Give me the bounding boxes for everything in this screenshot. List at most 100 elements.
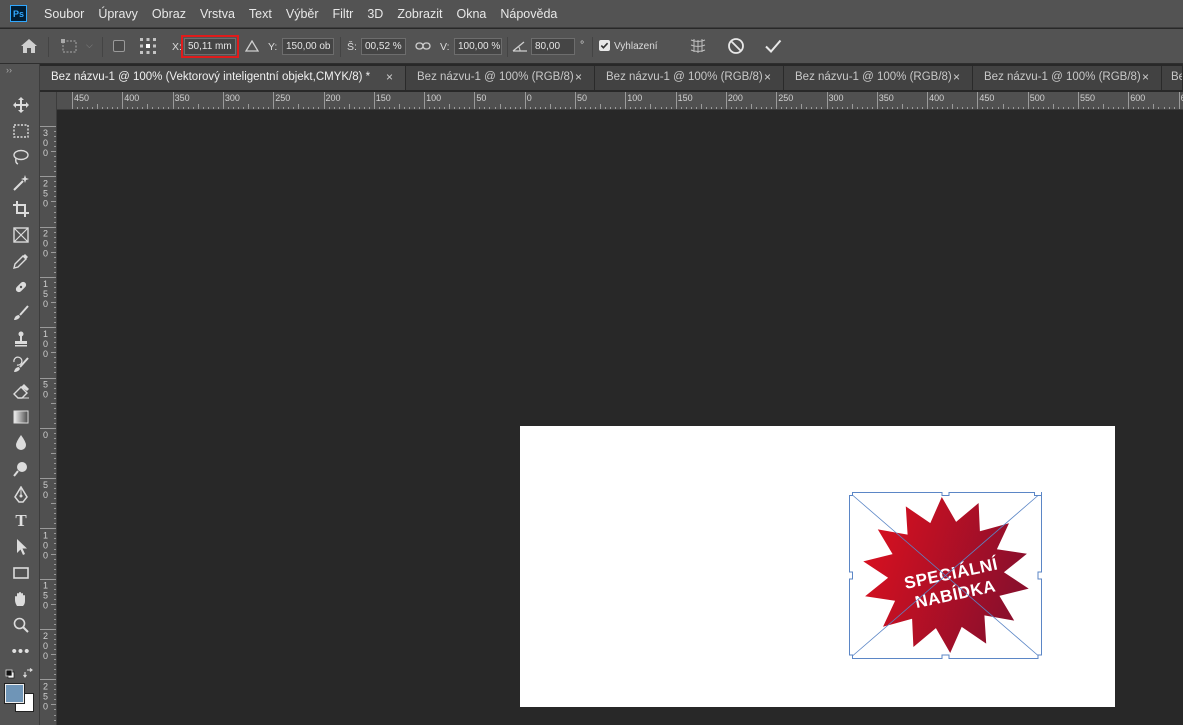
type-tool-icon[interactable]: T [9,510,33,532]
commit-transform-icon[interactable] [764,37,782,55]
smart-object-layer[interactable]: SPECIÁLNÍ NABÍDKA [849,492,1042,659]
handle-top[interactable] [941,492,950,496]
menu-vrstva[interactable]: Vrstva [193,7,242,21]
ruler-label: 250 [778,93,793,103]
ruler-label: 50 [43,380,48,400]
hand-tool-icon[interactable] [9,588,33,610]
path-selection-tool-icon[interactable] [9,536,33,558]
more-tools-icon[interactable]: ••• [9,640,33,662]
ruler-label: 350 [879,93,894,103]
close-tab-icon[interactable]: × [764,70,771,84]
tab-title: Bez názvu-1 @ 100% (RGB/8) [795,71,952,83]
document-tab-3[interactable]: Bez názvu-1 @ 100% (RGB/8) × [595,66,784,90]
handle-top-left[interactable] [849,492,853,496]
transform-controls-icon[interactable] [60,38,80,55]
marquee-tool-icon[interactable] [9,120,33,142]
default-colors-icon[interactable] [5,669,15,679]
smoothing-checkbox[interactable] [599,40,610,51]
tab-title: Bez názvu-1 @ 100% (RGB/8) [417,71,574,83]
menu-vyber[interactable]: Výběr [279,7,326,21]
gradient-tool-icon[interactable] [9,406,33,428]
close-tab-icon[interactable]: × [953,70,960,84]
relative-position-icon[interactable] [245,40,259,52]
ruler-label: 150 [376,93,391,103]
reference-point-icon[interactable] [139,37,157,55]
menu-3d[interactable]: 3D [360,7,390,21]
zoom-tool-icon[interactable] [9,614,33,636]
menu-soubor[interactable]: Soubor [37,7,91,21]
handle-left[interactable] [849,571,853,580]
ruler-label: 150 [43,581,48,611]
handle-top-right[interactable] [1034,492,1042,496]
frame-tool-icon[interactable] [9,224,33,246]
magic-wand-tool-icon[interactable] [9,172,33,194]
pen-tool-icon[interactable] [9,484,33,506]
healing-brush-tool-icon[interactable] [9,276,33,298]
close-tab-icon[interactable]: × [1142,70,1149,84]
width-percent-field[interactable]: 00,52 % [361,38,406,55]
app-logo[interactable]: Ps [10,5,27,22]
menu-filtr[interactable]: Filtr [326,7,361,21]
ruler-label: 350 [175,93,190,103]
document-tab-6[interactable]: Be [1162,66,1183,90]
x-position-field[interactable]: 50,11 mm [181,35,239,58]
menu-napoveda[interactable]: Nápověda [493,7,564,21]
separator [102,37,103,57]
handle-right[interactable] [1037,571,1042,580]
ruler-label: 400 [929,93,944,103]
document-tab-1[interactable]: Bez názvu-1 @ 100% (Vektorový inteligent… [40,66,406,90]
handle-bottom-left[interactable] [849,654,853,659]
handle-bottom[interactable] [941,654,950,659]
ruler-label: 300 [225,93,240,103]
swap-colors-icon[interactable] [23,668,34,679]
eyedropper-tool-icon[interactable] [9,250,33,272]
y-position-field[interactable]: 150,00 ob [282,38,334,55]
ruler-label: 50 [476,93,486,103]
handle-bottom-right[interactable] [1037,654,1042,659]
ruler-label: 100 [43,530,48,560]
horizontal-ruler[interactable]: 450 400 350 300 250 200 150 100 50 0 50 100 150 200 25… [57,92,1183,110]
lasso-tool-icon[interactable] [9,146,33,168]
eraser-tool-icon[interactable] [9,380,33,402]
panel-collapse-icon[interactable]: ›› [6,65,12,75]
ruler-label: 200 [728,93,743,103]
checkbox-reference-point[interactable] [113,40,125,52]
photoshop-window: Ps Soubor Úpravy Obraz Vrstva Text Výběr… [0,0,1183,725]
separator [592,37,593,57]
tools-panel: ›› T ••• [0,64,40,725]
close-tab-icon[interactable]: × [575,70,582,84]
crop-tool-icon[interactable] [9,198,33,220]
clone-stamp-tool-icon[interactable] [9,328,33,350]
ruler-label: 300 [829,93,844,103]
rectangle-tool-icon[interactable] [9,562,33,584]
menu-bar: Ps Soubor Úpravy Obraz Vrstva Text Výběr… [0,0,1183,28]
ruler-label: 100 [627,93,642,103]
dodge-tool-icon[interactable] [9,458,33,480]
foreground-color-swatch[interactable] [4,683,25,704]
rotation-angle-field[interactable]: 80,00 [531,38,575,55]
document-tab-4[interactable]: Bez názvu-1 @ 100% (RGB/8) × [784,66,973,90]
ruler-label: 150 [43,279,48,309]
chevron-down-icon[interactable]: ⌵ [86,40,93,51]
warp-mode-icon[interactable] [688,37,708,55]
ruler-label: 250 [43,178,48,208]
document-tab-2[interactable]: Bez názvu-1 @ 100% (RGB/8) × [406,66,595,90]
vertical-ruler[interactable]: 300 250 200 150 100 50 0 50 100 150 200 250 [40,92,57,725]
menu-obraz[interactable]: Obraz [145,7,193,21]
menu-okna[interactable]: Okna [449,7,493,21]
height-percent-field[interactable]: 100,00 % [454,38,502,55]
history-brush-tool-icon[interactable] [9,354,33,376]
move-tool-icon[interactable] [9,94,33,116]
menu-zobrazit[interactable]: Zobrazit [390,7,449,21]
x-label: X: [172,41,182,53]
document-tab-5[interactable]: Bez názvu-1 @ 100% (RGB/8) × [973,66,1162,90]
home-icon[interactable] [20,38,38,54]
ruler-label: 200 [43,229,48,259]
menu-upravy[interactable]: Úpravy [91,7,145,21]
blur-tool-icon[interactable] [9,432,33,454]
menu-text[interactable]: Text [242,7,279,21]
cancel-transform-icon[interactable] [727,37,745,55]
link-icon[interactable] [415,41,431,51]
close-tab-icon[interactable]: × [386,70,393,84]
brush-tool-icon[interactable] [9,302,33,324]
